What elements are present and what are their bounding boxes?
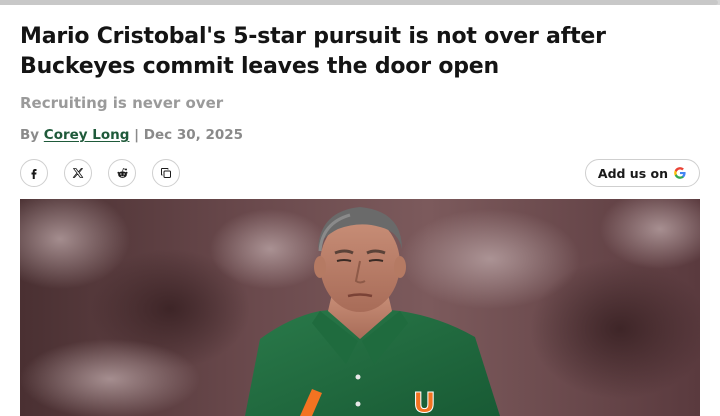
add-us-on-google-button[interactable]: Add us on — [584, 159, 700, 187]
hero-image: U — [20, 199, 700, 416]
share-reddit-button[interactable] — [108, 159, 136, 187]
byline-separator: | — [134, 127, 140, 143]
add-us-label: Add us on — [597, 165, 668, 181]
article-headline: Mario Cristobal's 5-star pursuit is not … — [20, 24, 606, 79]
publish-date: Dec 30, 2025 — [143, 127, 244, 143]
share-buttons — [20, 159, 180, 187]
copy-link-icon — [161, 168, 171, 178]
reading-progress-fill — [0, 0, 718, 5]
facebook-icon — [31, 169, 37, 179]
x-icon — [72, 168, 84, 178]
share-facebook-button[interactable] — [20, 159, 48, 187]
byline-prefix: By — [20, 127, 40, 143]
share-x-button[interactable] — [64, 159, 92, 187]
google-icon — [674, 167, 686, 179]
author-link[interactable]: Corey Long — [44, 127, 130, 143]
reddit-icon — [116, 167, 128, 178]
coach-photo: U — [20, 199, 700, 416]
copy-link-button[interactable] — [152, 159, 180, 187]
article-subtitle: Recruiting is never over — [20, 94, 224, 112]
reading-progress-bar — [0, 0, 720, 5]
jersey-logo: U — [413, 386, 436, 416]
byline: By Corey Long | Dec 30, 2025 — [20, 127, 243, 143]
